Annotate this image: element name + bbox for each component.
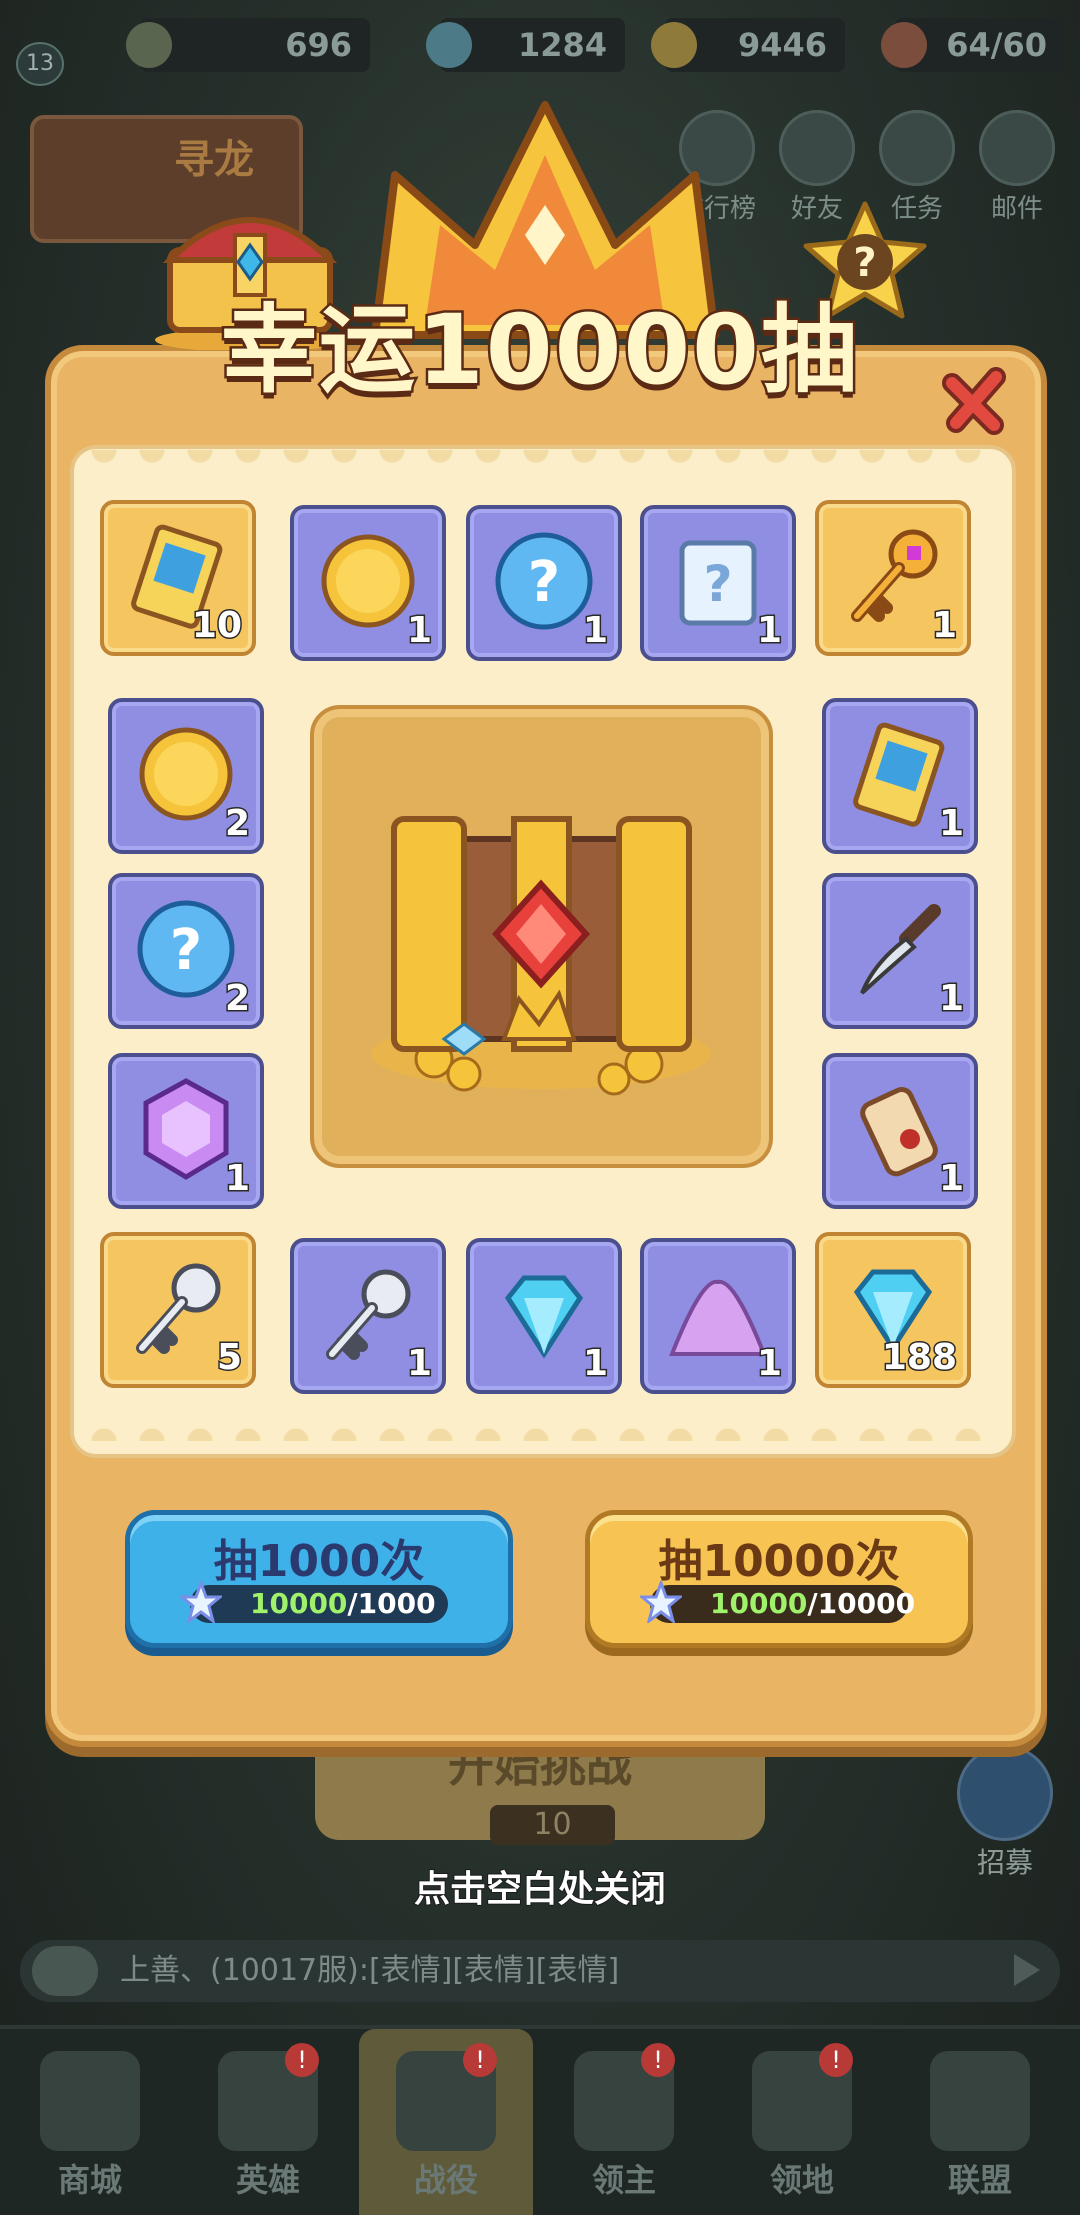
gold-coin-icon — [651, 22, 697, 68]
svg-text:?: ? — [853, 240, 876, 286]
reward-slot[interactable]: ? 2 — [108, 873, 264, 1029]
alliance-icon — [930, 2051, 1030, 2151]
quest-icon — [879, 110, 955, 186]
svg-text:?: ? — [703, 555, 732, 613]
player-level-badge[interactable]: 13 — [16, 42, 64, 86]
mail-icon — [979, 110, 1055, 186]
draw-10000-button[interactable]: 抽10000次 10000/10000 — [585, 1510, 973, 1648]
svg-text:?: ? — [170, 918, 202, 983]
meat-icon — [881, 22, 927, 68]
event-banner-label: 寻龙 — [174, 137, 254, 183]
nav-tab-territory[interactable]: ! 领地 — [715, 2029, 889, 2215]
friends-icon — [779, 110, 855, 186]
reward-slot[interactable]: 1 — [822, 1053, 978, 1209]
mail-button[interactable]: 邮件 — [972, 110, 1062, 225]
nav-tab-heroes[interactable]: ! 英雄 — [181, 2029, 355, 2215]
reward-slot[interactable]: 1 — [822, 698, 978, 854]
bottom-nav: 商城 ! 英雄 ! 战役 ! 领主 ! 领地 联盟 — [0, 2025, 1080, 2215]
nav-tab-lord[interactable]: ! 领主 — [537, 2029, 711, 2215]
reward-slot[interactable]: 1 — [290, 1238, 446, 1394]
reward-slot[interactable]: 2 — [108, 698, 264, 854]
reward-qty: 1 — [755, 609, 783, 653]
reward-slot[interactable]: 5 — [100, 1232, 256, 1388]
top-hud: 13 696 1284 9446 64/60 — [0, 0, 1080, 90]
diamond-icon — [426, 22, 472, 68]
dialog-title: 幸运10000抽 — [219, 292, 860, 409]
reward-qty: 1 — [581, 1342, 609, 1386]
recruit-portal-icon — [957, 1745, 1053, 1841]
draw-1000-cost: 10000/1000 — [250, 1587, 436, 1620]
stamina-value: 64/60 — [946, 26, 1047, 64]
reward-qty: 5 — [215, 1336, 243, 1380]
power-stat: 696 — [126, 18, 370, 72]
treasure-chest-grand-prize-icon — [371, 816, 711, 1096]
reward-qty: 1 — [223, 1157, 251, 1201]
alert-badge: ! — [819, 2043, 853, 2077]
reward-slot[interactable]: 1 — [822, 873, 978, 1029]
svg-text:?: ? — [528, 550, 560, 615]
draw-1000-button[interactable]: 抽1000次 10000/1000 — [125, 1510, 513, 1648]
reward-qty: 188 — [880, 1336, 958, 1380]
diamond-stat[interactable]: 1284 — [426, 18, 625, 72]
reward-slot[interactable]: ? 1 — [466, 505, 622, 661]
panel-scallop-top — [80, 450, 998, 476]
nav-tab-shop[interactable]: 商城 — [3, 2029, 177, 2215]
sword-icon — [126, 22, 172, 68]
chat-message: 上善、(10017服):[表情][表情][表情] — [120, 1953, 620, 1988]
shop-icon — [40, 2051, 140, 2151]
draw-1000-label: 抽1000次 — [213, 1536, 425, 1587]
rainbow-star-icon — [640, 1581, 682, 1623]
nav-tab-alliance[interactable]: 联盟 — [893, 2029, 1067, 2215]
reward-qty: 2 — [223, 977, 251, 1021]
stamina-stat[interactable]: 64/60 — [881, 18, 1065, 72]
chat-bar[interactable]: 上善、(10017服):[表情][表情][表情] — [20, 1940, 1060, 2002]
chat-expand-arrow-icon[interactable] — [1014, 1954, 1040, 1986]
reward-slot[interactable]: 1 — [108, 1053, 264, 1209]
reward-qty: 10 — [190, 604, 243, 648]
reward-qty: 2 — [223, 802, 251, 846]
reward-qty: 1 — [405, 1342, 433, 1386]
grand-prize-display — [310, 705, 773, 1168]
tap-to-close-hint[interactable]: 点击空白处关闭 — [0, 1860, 1080, 1912]
gold-stat[interactable]: 9446 — [651, 18, 845, 72]
alert-badge: ! — [285, 2043, 319, 2077]
reward-slot[interactable]: 1 — [640, 1238, 796, 1394]
alert-badge: ! — [463, 2043, 497, 2077]
reward-qty: 1 — [937, 977, 965, 1021]
diamond-value: 1284 — [517, 26, 607, 64]
nav-tab-campaign[interactable]: ! 战役 — [359, 2029, 533, 2215]
power-value: 696 — [285, 26, 352, 64]
reward-qty: 1 — [937, 802, 965, 846]
draw-10000-label: 抽10000次 — [658, 1536, 900, 1587]
chat-bubble-icon — [32, 1946, 98, 1996]
start-cost: 10 — [490, 1805, 615, 1845]
alert-badge: ! — [641, 2043, 675, 2077]
reward-qty: 1 — [405, 609, 433, 653]
close-icon[interactable] — [940, 365, 1012, 437]
reward-qty: 1 — [581, 609, 609, 653]
rainbow-star-icon — [180, 1581, 222, 1623]
reward-slot[interactable]: 188 — [815, 1232, 971, 1388]
draw-10000-cost: 10000/10000 — [710, 1587, 916, 1620]
reward-slot[interactable]: 1 — [290, 505, 446, 661]
reward-slot[interactable]: 1 — [815, 500, 971, 656]
reward-slot[interactable]: ? 1 — [640, 505, 796, 661]
reward-qty: 1 — [937, 1157, 965, 1201]
reward-qty: 1 — [755, 1342, 783, 1386]
panel-scallop-bottom — [80, 1415, 998, 1441]
gold-value: 9446 — [737, 26, 827, 64]
reward-qty: 1 — [930, 604, 958, 648]
reward-slot[interactable]: 10 — [100, 500, 256, 656]
reward-slot[interactable]: 1 — [466, 1238, 622, 1394]
